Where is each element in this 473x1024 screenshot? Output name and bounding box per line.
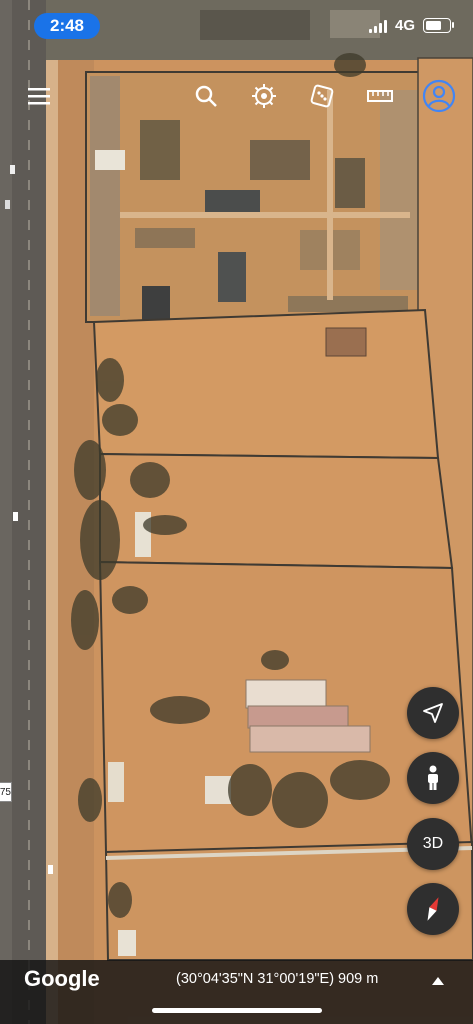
- plot-2: [92, 308, 440, 460]
- timber-stack: [140, 120, 180, 180]
- location-arrow-button[interactable]: [407, 687, 459, 739]
- small-shed: [108, 762, 124, 802]
- 3d-label: 3D: [422, 835, 444, 852]
- farm-building: [245, 679, 327, 709]
- status-indicators: 4G: [368, 17, 454, 34]
- car: [10, 165, 15, 174]
- signal-icon: [368, 19, 387, 33]
- timber-stack: [250, 140, 310, 180]
- small-house: [205, 776, 231, 804]
- google-logo: Google: [24, 966, 100, 991]
- compass-icon: [427, 897, 439, 921]
- compass-button[interactable]: [407, 883, 459, 935]
- voyager-icon[interactable]: [248, 80, 280, 112]
- menu-icon[interactable]: [23, 80, 55, 112]
- small-building: [325, 327, 367, 357]
- yard-debris: [135, 228, 195, 248]
- farm-building: [249, 725, 371, 753]
- feeling-lucky-icon[interactable]: [306, 80, 338, 112]
- yard-debris: [380, 90, 420, 290]
- measure-icon[interactable]: [364, 80, 396, 112]
- account-icon[interactable]: [421, 78, 457, 114]
- car: [5, 200, 10, 209]
- yard-warehouse: [142, 286, 170, 320]
- satellite-map[interactable]: [0, 0, 473, 1024]
- car: [13, 512, 18, 521]
- yard-debris: [288, 296, 408, 312]
- timber-stack: [335, 158, 365, 208]
- car: [48, 865, 53, 874]
- battery-level: [426, 21, 441, 30]
- network-type: 4G: [394, 17, 415, 34]
- battery-icon: [423, 18, 454, 33]
- yard-debris: [90, 76, 120, 316]
- small-shed: [118, 930, 136, 956]
- status-time: 2:48: [34, 13, 100, 39]
- yard-warehouse: [205, 190, 260, 212]
- road-label: 75: [0, 782, 12, 802]
- farm-building: [247, 705, 349, 729]
- top-building: [200, 10, 310, 40]
- location-arrow-icon: [423, 703, 443, 723]
- expand-up-icon[interactable]: [432, 977, 444, 985]
- search-icon[interactable]: [190, 80, 222, 112]
- pegman-icon: [428, 765, 438, 790]
- 3d-button[interactable]: 3D: [407, 818, 459, 870]
- yard-shed: [95, 150, 125, 170]
- coordinates-readout: (30°04'35"N 31°00'19"E) 909 m: [176, 971, 379, 987]
- highway-shoulder: [46, 60, 58, 1024]
- home-indicator[interactable]: [152, 1008, 322, 1013]
- bottom-bar: Google (30°04'35"N 31°00'19"E) 909 m: [0, 960, 473, 1024]
- yard-warehouse: [218, 252, 246, 302]
- street-view-button[interactable]: [407, 752, 459, 804]
